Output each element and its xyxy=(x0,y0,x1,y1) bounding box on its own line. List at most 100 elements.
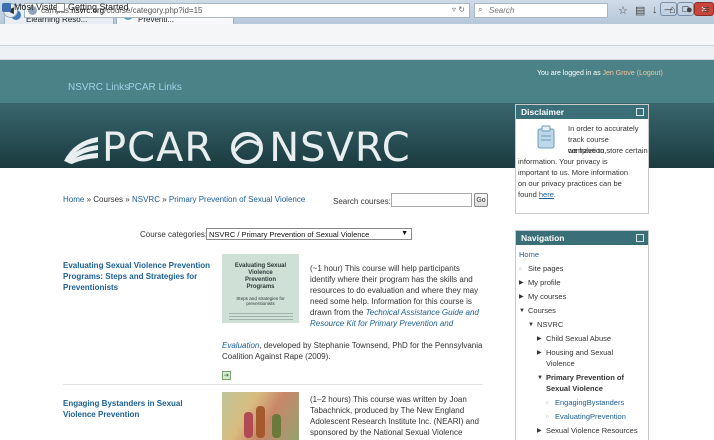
clipboard-icon xyxy=(537,125,555,149)
nav-housing[interactable]: Housing and Sexual xyxy=(546,348,613,358)
disclaimer-period: . xyxy=(553,190,556,199)
login-info: You are logged in as Jen Grove (Logout) xyxy=(537,70,663,77)
collapse-block-icon[interactable] xyxy=(636,108,644,116)
bookmark-label: Getting Started xyxy=(68,2,129,12)
nav-sexual-violence-resources[interactable]: Sexual Violence Resources xyxy=(546,426,638,436)
breadcrumb-primary-prevention[interactable]: Primary Prevention of Sexual Violence xyxy=(169,195,305,204)
search-icon: ⌕ xyxy=(478,5,483,14)
breadcrumb: Home » Courses » NSVRC » Primary Prevent… xyxy=(63,195,305,204)
nsvrc-globe-icon xyxy=(231,132,264,164)
search-courses-label: Search courses: xyxy=(333,197,391,206)
course-thumbnail-engaging[interactable] xyxy=(222,392,299,440)
description-line: , developed by Stephanie Townsend, PhD f… xyxy=(259,341,483,350)
description-line: identify where their program has the ski… xyxy=(310,275,473,284)
home-icon[interactable]: ⌂ xyxy=(669,4,676,16)
breadcrumb-nsvrc[interactable]: NSVRC xyxy=(132,195,160,204)
resource-guide-link[interactable]: Evaluation xyxy=(222,341,259,350)
browser-search-field[interactable]: ⌕ Search xyxy=(474,3,608,18)
nav-nsvrc[interactable]: NSVRC xyxy=(537,320,563,330)
nav-my-profile[interactable]: My profile xyxy=(528,278,561,288)
square-bullet-icon: ▫ xyxy=(546,398,549,407)
nav-evaluating-prevention[interactable]: EvaluatingPrevention xyxy=(555,412,626,422)
description-line: sponsored by the National Sexual Violenc… xyxy=(310,428,463,437)
expand-arrow-icon[interactable]: ▶ xyxy=(537,334,542,344)
resource-guide-link[interactable]: Technical Assistance Guide and xyxy=(366,308,479,317)
disclaimer-line: important to us. More information xyxy=(518,168,629,177)
description-line: (1–2 hours) This course was written by J… xyxy=(310,395,467,404)
block-title: Disclaimer xyxy=(521,107,564,117)
description-line: Adolescent Research Institute Inc. (NEAR… xyxy=(310,417,479,426)
collapse-block-icon[interactable] xyxy=(636,234,644,242)
figure-shape xyxy=(256,406,265,438)
collapse-arrow-icon[interactable]: ▼ xyxy=(537,373,543,383)
disclaimer-line: we have to store certain xyxy=(568,146,648,155)
course-thumbnail-evaluating[interactable]: Evaluating Sexual Violence Prevention Pr… xyxy=(222,254,299,323)
disclaimer-block: Disclaimer In order to accurately track … xyxy=(515,104,649,214)
self-enrolment-icon[interactable]: ➜ xyxy=(222,371,231,380)
nav-courses[interactable]: Courses xyxy=(528,306,556,316)
nav-housing-cont[interactable]: Violence xyxy=(546,359,575,369)
dropdown-arrow-icon: ▼ xyxy=(401,230,408,237)
pcar-links-link[interactable]: PCAR Links xyxy=(128,82,182,93)
breadcrumb-separator: » xyxy=(86,195,92,204)
breadcrumb-home[interactable]: Home xyxy=(63,195,84,204)
disclaimer-header: Disclaimer xyxy=(516,105,648,119)
site-logo[interactable]: PCAR NSVRC xyxy=(62,125,411,171)
course-title-engaging[interactable]: Engaging Bystanders in Sexual Violence P… xyxy=(63,398,215,420)
download-icon[interactable]: ↓ xyxy=(652,4,658,16)
nav-site-pages[interactable]: Site pages xyxy=(528,264,563,274)
course-divider xyxy=(63,384,483,385)
disclaimer-found-text: found xyxy=(518,190,539,199)
logo-pcar-text: PCAR xyxy=(102,125,214,171)
expand-arrow-icon[interactable]: ▶ xyxy=(537,348,542,358)
search-go-button[interactable]: Go xyxy=(474,193,488,207)
expand-arrow-icon[interactable]: ▶ xyxy=(519,278,524,288)
page-icon xyxy=(56,2,65,12)
search-courses-input[interactable] xyxy=(391,193,472,207)
browser-nav-bar xyxy=(0,24,714,46)
nav-child-sexual-abuse[interactable]: Child Sexual Abuse xyxy=(546,334,611,344)
breadcrumb-courses: Courses xyxy=(93,195,124,204)
star-bookmark-icon[interactable]: ☆ xyxy=(618,4,628,17)
chat-icon[interactable]: ● xyxy=(686,4,693,16)
disclaimer-line: found here. xyxy=(518,190,556,201)
collapse-arrow-icon[interactable]: ▼ xyxy=(528,320,534,330)
logout-link[interactable]: (Logout) xyxy=(637,70,663,77)
nav-primary-prevention[interactable]: Primary Prevention of xyxy=(546,373,624,383)
bookmark-getting-started[interactable]: Getting Started xyxy=(56,2,129,12)
thumbnail-text-lines xyxy=(228,313,293,322)
thumbnail-subtitle: Steps and strategies for preventionists xyxy=(236,296,285,306)
category-selected-value: NSVRC / Primary Prevention of Sexual Vio… xyxy=(209,229,370,239)
nav-my-courses[interactable]: My courses xyxy=(528,292,566,302)
collapse-arrow-icon[interactable]: ▼ xyxy=(519,306,525,316)
description-line: resources to do evaluation and where the… xyxy=(310,286,479,295)
disclaimer-line: In order to accurately xyxy=(568,124,639,133)
search-placeholder: Search xyxy=(489,6,515,15)
menu-icon[interactable]: ≡ xyxy=(703,4,709,16)
figure-shape xyxy=(272,414,281,438)
square-bullet-icon: ▫ xyxy=(546,412,549,421)
privacy-here-link[interactable]: here xyxy=(539,190,554,199)
breadcrumb-separator: » xyxy=(162,195,167,204)
nsvrc-links-link[interactable]: NSVRC Links xyxy=(68,82,129,93)
nav-home[interactable]: Home xyxy=(519,250,539,260)
course-title-evaluating[interactable]: Evaluating Sexual Violence Prevention Pr… xyxy=(63,260,215,293)
nav-primary-prevention-cont[interactable]: Sexual Violence xyxy=(546,384,603,394)
resource-guide-link[interactable]: Resource Kit for Primary Prevention and xyxy=(310,319,453,328)
course-categories-label: Course categories: xyxy=(140,230,208,239)
user-link[interactable]: Jen Grove xyxy=(603,70,635,77)
expand-arrow-icon[interactable]: ▶ xyxy=(519,292,524,302)
course-description-end: Evaluation, developed by Stephanie Towns… xyxy=(222,340,482,362)
bookmark-most-visited[interactable]: Most Visited xyxy=(2,2,63,12)
navigation-header: Navigation xyxy=(516,231,648,245)
clipboard-icon[interactable]: ▤ xyxy=(635,4,645,17)
description-line: (~1 hour) This course will help particip… xyxy=(310,264,460,273)
course-category-select[interactable]: NSVRC / Primary Prevention of Sexual Vio… xyxy=(206,228,412,240)
description-line: Coalition Against Rape (2009). xyxy=(222,352,331,361)
reload-icon[interactable]: ▿ ↻ xyxy=(452,5,465,14)
breadcrumb-separator: » xyxy=(125,195,130,204)
expand-arrow-icon[interactable]: ▶ xyxy=(537,426,542,436)
login-prefix: You are logged in as xyxy=(537,70,603,77)
nav-engaging-bystanders[interactable]: EngagingBystanders xyxy=(555,398,624,408)
course-description-engaging: (1–2 hours) This course was written by J… xyxy=(310,394,479,438)
